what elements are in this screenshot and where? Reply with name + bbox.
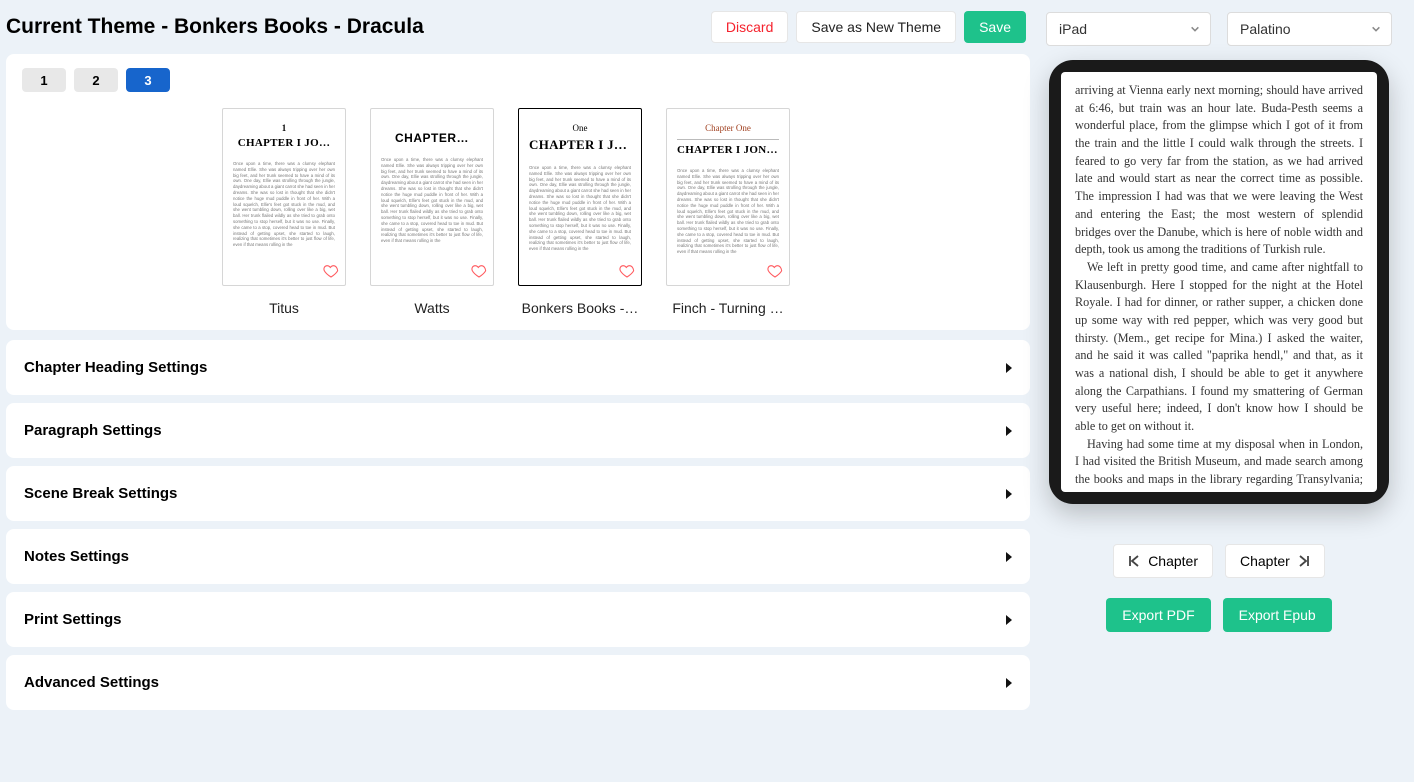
settings-section-title: Notes Settings	[24, 548, 1006, 565]
theme-picker-card: 123 1CHAPTER I JO…Once upon a time, ther…	[6, 54, 1030, 330]
settings-section-title: Paragraph Settings	[24, 422, 1006, 439]
thumb-chapter-number: One	[573, 123, 588, 133]
ipad-frame: arriving at Vienna early next morning; s…	[1049, 60, 1389, 504]
caret-right-icon	[1006, 678, 1012, 688]
page-tab-3[interactable]: 3	[126, 68, 170, 92]
save-as-new-theme-button[interactable]: Save as New Theme	[796, 11, 956, 43]
thumb-chapter-title: CHAPTER…	[395, 131, 469, 145]
device-select-value: iPad	[1059, 21, 1087, 37]
settings-section[interactable]: Paragraph Settings	[6, 403, 1030, 458]
header: Current Theme - Bonkers Books - Dracula …	[6, 6, 1030, 54]
ipad-screen: arriving at Vienna early next morning; s…	[1061, 72, 1377, 492]
preview-paragraph: arriving at Vienna early next morning; s…	[1075, 82, 1363, 259]
theme-thumb[interactable]: CHAPTER… Once upon a time, there was a cl…	[370, 108, 494, 286]
discard-button[interactable]: Discard	[711, 11, 788, 43]
export-pdf-button[interactable]: Export PDF	[1106, 598, 1210, 632]
theme-label: Titus	[222, 300, 346, 316]
device-select[interactable]: iPad	[1046, 12, 1211, 46]
thumb-chapter-number: 1	[282, 123, 287, 133]
settings-section-title: Print Settings	[24, 611, 1006, 628]
chapter-first-icon	[1128, 555, 1140, 567]
caret-right-icon	[1006, 363, 1012, 373]
page-tab-2[interactable]: 2	[74, 68, 118, 92]
thumb-body: Once upon a time, there was a clumsy ele…	[233, 161, 335, 277]
theme-label: Watts	[370, 300, 494, 316]
chapter-last-icon	[1298, 555, 1310, 567]
theme-item: CHAPTER… Once upon a time, there was a cl…	[370, 108, 494, 316]
settings-section[interactable]: Print Settings	[6, 592, 1030, 647]
prev-chapter-button[interactable]: Chapter	[1113, 544, 1213, 578]
caret-right-icon	[1006, 426, 1012, 436]
page-tab-1[interactable]: 1	[22, 68, 66, 92]
settings-section[interactable]: Advanced Settings	[6, 655, 1030, 710]
settings-section-title: Scene Break Settings	[24, 485, 1006, 502]
settings-section-title: Advanced Settings	[24, 674, 1006, 691]
preview-panel: iPad Palatino arriving at Vienna early n…	[1030, 0, 1414, 782]
chevron-down-icon	[1371, 24, 1381, 34]
thumb-chapter-number: Chapter One	[705, 123, 751, 133]
thumb-body: Once upon a time, there was a clumsy ele…	[381, 157, 483, 277]
thumb-chapter-title: CHAPTER I JO…	[238, 137, 331, 149]
next-chapter-button[interactable]: Chapter	[1225, 544, 1325, 578]
settings-section[interactable]: Notes Settings	[6, 529, 1030, 584]
save-button[interactable]: Save	[964, 11, 1026, 43]
thumb-chapter-title: CHAPTER I JONA…	[677, 144, 779, 156]
page-title: Current Theme - Bonkers Books - Dracula	[6, 15, 424, 39]
theme-item: 1 CHAPTER I JO… Once upon a time, there wa…	[222, 108, 346, 316]
heart-icon	[471, 263, 487, 279]
theme-label: Bonkers Books -…	[518, 300, 642, 316]
export-epub-button[interactable]: Export Epub	[1223, 598, 1332, 632]
theme-item: One CHAPTER I JON… Once upon a time, there…	[518, 108, 642, 316]
settings-section-title: Chapter Heading Settings	[24, 359, 1006, 376]
prev-chapter-label: Chapter	[1148, 553, 1198, 569]
theme-label: Finch - Turning …	[666, 300, 790, 316]
chevron-down-icon	[1190, 24, 1200, 34]
settings-section[interactable]: Scene Break Settings	[6, 466, 1030, 521]
theme-thumb[interactable]: Chapter One CHAPTER I JONA… Once upon a ti…	[666, 108, 790, 286]
theme-thumb[interactable]: 1 CHAPTER I JO… Once upon a time, there wa…	[222, 108, 346, 286]
page-tabs: 123	[22, 68, 1014, 92]
caret-right-icon	[1006, 489, 1012, 499]
heart-icon	[323, 263, 339, 279]
heart-icon	[767, 263, 783, 279]
caret-right-icon	[1006, 615, 1012, 625]
font-select[interactable]: Palatino	[1227, 12, 1392, 46]
thumb-body: Once upon a time, there was a clumsy ele…	[677, 168, 779, 277]
theme-thumb[interactable]: One CHAPTER I JON… Once upon a time, there…	[518, 108, 642, 286]
settings-stack: Chapter Heading Settings Paragraph Settin…	[6, 340, 1030, 710]
next-chapter-label: Chapter	[1240, 553, 1290, 569]
thumb-rule	[677, 139, 779, 140]
font-select-value: Palatino	[1240, 21, 1291, 37]
caret-right-icon	[1006, 552, 1012, 562]
theme-item: Chapter One CHAPTER I JONA… Once upon a ti…	[666, 108, 790, 316]
theme-row: 1 CHAPTER I JO… Once upon a time, there wa…	[22, 106, 1014, 316]
preview-paragraph: We left in pretty good time, and came af…	[1075, 259, 1363, 436]
thumb-body: Once upon a time, there was a clumsy ele…	[529, 165, 631, 277]
heart-icon	[619, 263, 635, 279]
thumb-chapter-title: CHAPTER I JON…	[529, 137, 631, 153]
settings-section[interactable]: Chapter Heading Settings	[6, 340, 1030, 395]
preview-paragraph: Having had some time at my disposal when…	[1075, 436, 1363, 492]
